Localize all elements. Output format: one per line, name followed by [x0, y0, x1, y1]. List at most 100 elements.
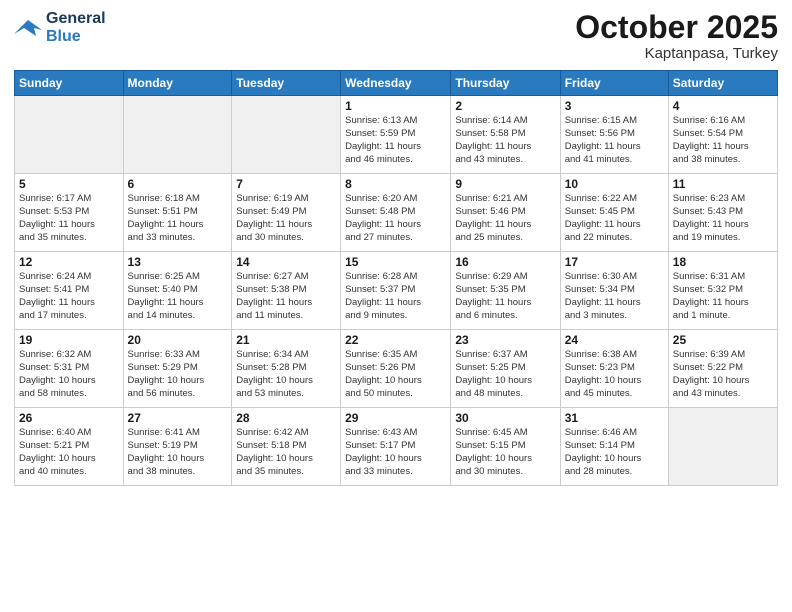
- day-info: Sunrise: 6:13 AM Sunset: 5:59 PM Dayligh…: [345, 115, 446, 166]
- table-row: 27Sunrise: 6:41 AM Sunset: 5:19 PM Dayli…: [123, 408, 232, 486]
- table-row: 31 Sunrise: 6:46 AM Sunset: 5:14 PM Dayli…: [560, 408, 668, 486]
- day-info: Sunrise: 6:23 AM Sunset: 5:43 PM Dayligh…: [673, 193, 773, 244]
- day-number: 31: [565, 411, 664, 425]
- week-row-1: 1 Sunrise: 6:13 AM Sunset: 5:59 PM Daylig…: [15, 96, 778, 174]
- day-number: 5: [19, 177, 119, 191]
- col-thursday: Thursday: [451, 71, 560, 96]
- table-row: 19 Sunrise: 6:32 AM Sunset: 5:31 PM Dayli…: [15, 330, 124, 408]
- day-info: Sunrise: 6:35 AM Sunset: 5:26 PM Dayligh…: [345, 349, 446, 400]
- day-number: 8: [345, 177, 446, 191]
- day-info: Sunrise: 6:41 AM Sunset: 5:19 PM Dayligh…: [128, 427, 228, 478]
- week-row-2: 5 Sunrise: 6:17 AM Sunset: 5:53 PM Daylig…: [15, 174, 778, 252]
- day-info: Sunrise: 6:45 AM Sunset: 5:15 PM Dayligh…: [455, 427, 555, 478]
- table-row: 7Sunrise: 6:19 AM Sunset: 5:49 PM Daylig…: [232, 174, 341, 252]
- col-friday: Friday: [560, 71, 668, 96]
- table-row: 21 Sunrise: 6:34 AM Sunset: 5:28 PM Dayli…: [232, 330, 341, 408]
- logo-text: General Blue: [46, 10, 106, 45]
- day-info: Sunrise: 6:20 AM Sunset: 5:48 PM Dayligh…: [345, 193, 446, 244]
- table-row: 25 Sunrise: 6:39 AM Sunset: 5:22 PM Dayli…: [668, 330, 777, 408]
- title-block: October 2025 Kaptanpasa, Turkey: [575, 10, 778, 62]
- day-number: 14: [236, 255, 336, 269]
- day-info: Sunrise: 6:40 AM Sunset: 5:21 PM Dayligh…: [19, 427, 119, 478]
- day-info: Sunrise: 6:28 AM Sunset: 5:37 PM Dayligh…: [345, 271, 446, 322]
- day-info: Sunrise: 6:15 AM Sunset: 5:56 PM Dayligh…: [565, 115, 664, 166]
- table-row: 8 Sunrise: 6:20 AM Sunset: 5:48 PM Daylig…: [341, 174, 451, 252]
- day-number: 15: [345, 255, 446, 269]
- header: General Blue October 2025 Kaptanpasa, Tu…: [14, 10, 778, 62]
- table-row: 17 Sunrise: 6:30 AM Sunset: 5:34 PM Dayli…: [560, 252, 668, 330]
- week-row-3: 12 Sunrise: 6:24 AM Sunset: 5:41 PM Dayli…: [15, 252, 778, 330]
- table-row: 2Sunrise: 6:14 AM Sunset: 5:58 PM Daylig…: [451, 96, 560, 174]
- day-info: Sunrise: 6:19 AM Sunset: 5:49 PM Dayligh…: [236, 193, 336, 244]
- table-row: [668, 408, 777, 486]
- table-row: 14 Sunrise: 6:27 AM Sunset: 5:38 PM Dayli…: [232, 252, 341, 330]
- day-info: Sunrise: 6:24 AM Sunset: 5:41 PM Dayligh…: [19, 271, 119, 322]
- day-number: 25: [673, 333, 773, 347]
- logo-icon: [14, 16, 42, 40]
- table-row: 12 Sunrise: 6:24 AM Sunset: 5:41 PM Dayli…: [15, 252, 124, 330]
- page: General Blue October 2025 Kaptanpasa, Tu…: [0, 0, 792, 612]
- table-row: 26 Sunrise: 6:40 AM Sunset: 5:21 PM Dayli…: [15, 408, 124, 486]
- day-info: Sunrise: 6:43 AM Sunset: 5:17 PM Dayligh…: [345, 427, 446, 478]
- day-info: Sunrise: 6:17 AM Sunset: 5:53 PM Dayligh…: [19, 193, 119, 244]
- table-row: 24 Sunrise: 6:38 AM Sunset: 5:23 PM Dayli…: [560, 330, 668, 408]
- table-row: 28 Sunrise: 6:42 AM Sunset: 5:18 PM Dayli…: [232, 408, 341, 486]
- table-row: 15 Sunrise: 6:28 AM Sunset: 5:37 PM Dayli…: [341, 252, 451, 330]
- day-number: 29: [345, 411, 446, 425]
- day-number: 3: [565, 99, 664, 113]
- table-row: 9Sunrise: 6:21 AM Sunset: 5:46 PM Daylig…: [451, 174, 560, 252]
- table-row: 4Sunrise: 6:16 AM Sunset: 5:54 PM Daylig…: [668, 96, 777, 174]
- day-info: Sunrise: 6:39 AM Sunset: 5:22 PM Dayligh…: [673, 349, 773, 400]
- day-number: 1: [345, 99, 446, 113]
- day-info: Sunrise: 6:31 AM Sunset: 5:32 PM Dayligh…: [673, 271, 773, 322]
- day-number: 18: [673, 255, 773, 269]
- table-row: 5 Sunrise: 6:17 AM Sunset: 5:53 PM Daylig…: [15, 174, 124, 252]
- day-info: Sunrise: 6:38 AM Sunset: 5:23 PM Dayligh…: [565, 349, 664, 400]
- day-number: 11: [673, 177, 773, 191]
- day-info: Sunrise: 6:27 AM Sunset: 5:38 PM Dayligh…: [236, 271, 336, 322]
- table-row: [232, 96, 341, 174]
- day-info: Sunrise: 6:16 AM Sunset: 5:54 PM Dayligh…: [673, 115, 773, 166]
- day-info: Sunrise: 6:42 AM Sunset: 5:18 PM Dayligh…: [236, 427, 336, 478]
- table-row: 10Sunrise: 6:22 AM Sunset: 5:45 PM Dayli…: [560, 174, 668, 252]
- logo: General Blue: [14, 10, 106, 45]
- day-number: 23: [455, 333, 555, 347]
- day-info: Sunrise: 6:25 AM Sunset: 5:40 PM Dayligh…: [128, 271, 228, 322]
- day-number: 24: [565, 333, 664, 347]
- col-sunday: Sunday: [15, 71, 124, 96]
- table-row: 29 Sunrise: 6:43 AM Sunset: 5:17 PM Dayli…: [341, 408, 451, 486]
- day-info: Sunrise: 6:29 AM Sunset: 5:35 PM Dayligh…: [455, 271, 555, 322]
- table-row: 22 Sunrise: 6:35 AM Sunset: 5:26 PM Dayli…: [341, 330, 451, 408]
- location: Kaptanpasa, Turkey: [575, 45, 778, 62]
- day-number: 9: [455, 177, 555, 191]
- month-title: October 2025: [575, 10, 778, 45]
- day-number: 10: [565, 177, 664, 191]
- calendar-table: Sunday Monday Tuesday Wednesday Thursday…: [14, 70, 778, 486]
- table-row: [15, 96, 124, 174]
- day-number: 17: [565, 255, 664, 269]
- table-row: 1 Sunrise: 6:13 AM Sunset: 5:59 PM Daylig…: [341, 96, 451, 174]
- day-info: Sunrise: 6:18 AM Sunset: 5:51 PM Dayligh…: [128, 193, 228, 244]
- day-info: Sunrise: 6:33 AM Sunset: 5:29 PM Dayligh…: [128, 349, 228, 400]
- day-number: 28: [236, 411, 336, 425]
- day-number: 21: [236, 333, 336, 347]
- col-wednesday: Wednesday: [341, 71, 451, 96]
- table-row: 16Sunrise: 6:29 AM Sunset: 5:35 PM Dayli…: [451, 252, 560, 330]
- day-info: Sunrise: 6:32 AM Sunset: 5:31 PM Dayligh…: [19, 349, 119, 400]
- day-number: 22: [345, 333, 446, 347]
- table-row: 3 Sunrise: 6:15 AM Sunset: 5:56 PM Daylig…: [560, 96, 668, 174]
- day-number: 12: [19, 255, 119, 269]
- table-row: 23Sunrise: 6:37 AM Sunset: 5:25 PM Dayli…: [451, 330, 560, 408]
- day-info: Sunrise: 6:34 AM Sunset: 5:28 PM Dayligh…: [236, 349, 336, 400]
- day-info: Sunrise: 6:46 AM Sunset: 5:14 PM Dayligh…: [565, 427, 664, 478]
- day-number: 26: [19, 411, 119, 425]
- col-monday: Monday: [123, 71, 232, 96]
- table-row: 30Sunrise: 6:45 AM Sunset: 5:15 PM Dayli…: [451, 408, 560, 486]
- day-info: Sunrise: 6:30 AM Sunset: 5:34 PM Dayligh…: [565, 271, 664, 322]
- day-number: 19: [19, 333, 119, 347]
- table-row: 20Sunrise: 6:33 AM Sunset: 5:29 PM Dayli…: [123, 330, 232, 408]
- table-row: 18 Sunrise: 6:31 AM Sunset: 5:32 PM Dayli…: [668, 252, 777, 330]
- table-row: [123, 96, 232, 174]
- day-info: Sunrise: 6:14 AM Sunset: 5:58 PM Dayligh…: [455, 115, 555, 166]
- table-row: 11 Sunrise: 6:23 AM Sunset: 5:43 PM Dayli…: [668, 174, 777, 252]
